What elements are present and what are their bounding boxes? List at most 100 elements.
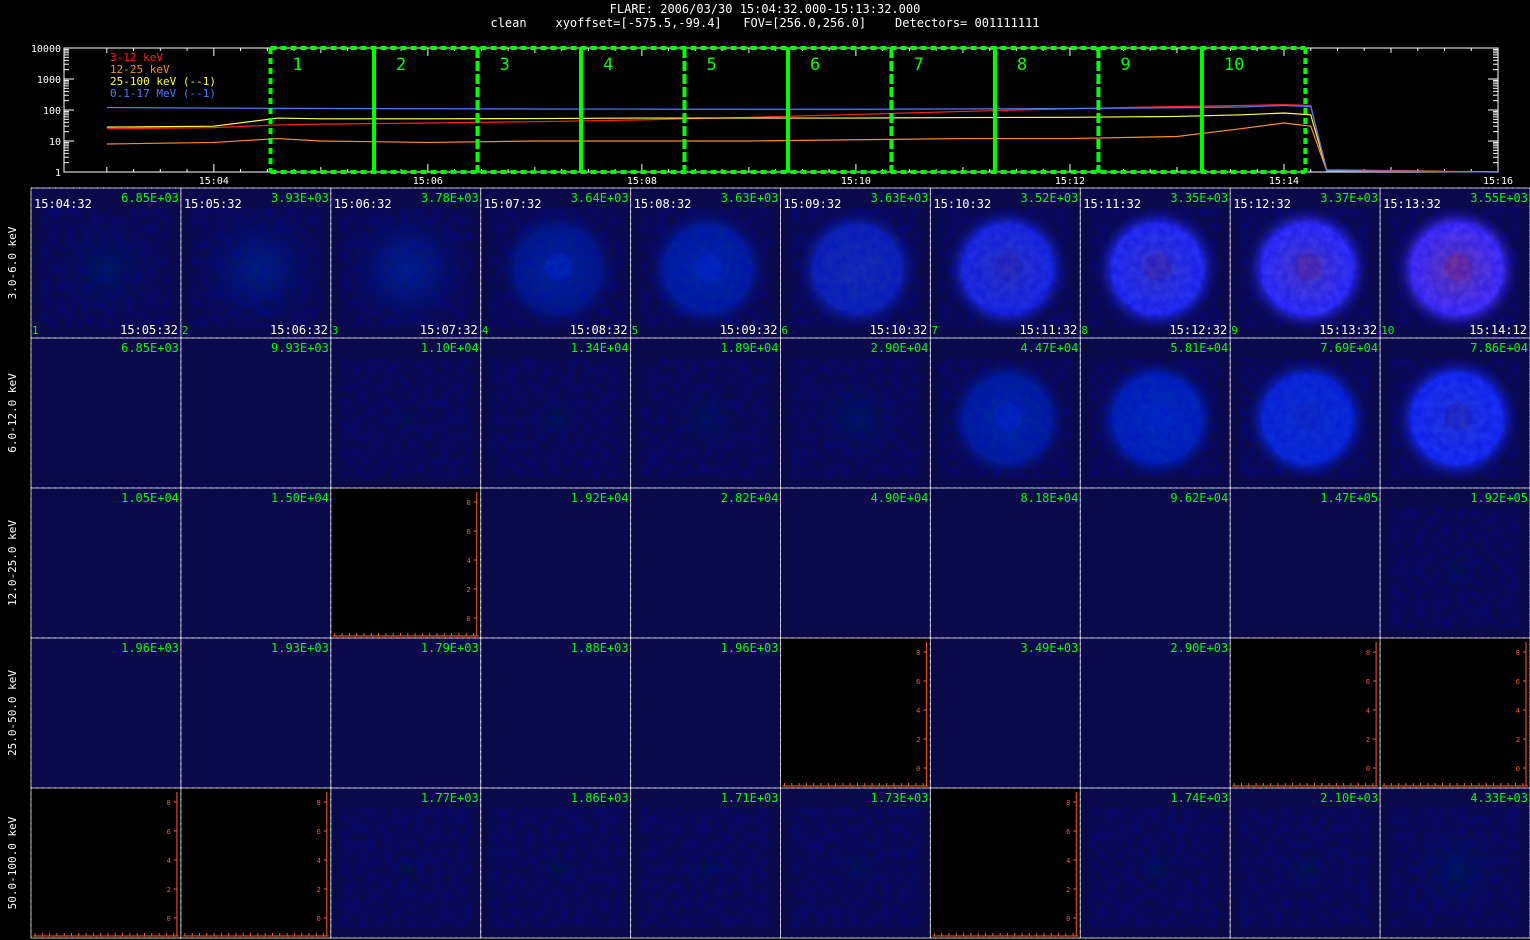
image-panel: 8 6 4 2 0 [780,637,931,789]
panel-axis-label: 8 [167,799,171,807]
panel-bg [1080,488,1231,638]
panel-axis-label: 0 [1516,765,1520,773]
panel-interval-number: 6 [782,324,789,337]
image-panel: 8 6 4 2 0 [30,787,182,939]
image-panel: 3.78E+03 15:06:32 15:07:32 3 [330,187,482,339]
panel-end-time: 15:07:32 [420,323,478,337]
image-panel: 5.81E+04 [1079,337,1231,489]
panel-peak-value: 9.93E+03 [271,341,329,355]
image-panel: 3.63E+03 15:09:32 15:10:32 6 [780,187,931,339]
panel-bg [930,488,1081,638]
panel-bg [180,338,331,488]
image-panel: 2.90E+04 [780,337,931,489]
image-panel: 2.82E+04 [630,487,781,639]
panel-end-time: 15:12:32 [1169,323,1227,337]
image-panel: 3.63E+03 15:08:32 15:09:32 5 [630,187,781,339]
panel-noise [340,208,471,328]
panel-axis-label: 6 [167,828,171,836]
panel-interval-number: 4 [482,324,489,337]
panel-peak-value: 3.49E+03 [1021,641,1079,655]
image-panel: 9.62E+04 [1079,487,1231,639]
image-panel: 6.85E+03 15:04:32 15:05:32 1 [30,187,182,339]
panel-peak-value: 3.63E+03 [871,191,929,205]
panel-axis-label: 4 [466,557,470,565]
panel-end-time: 15:08:32 [570,323,628,337]
panel-noise [640,208,771,328]
panel-peak-value: 1.79E+03 [421,641,479,655]
energy-band-label: 12.0-25.0 keV [6,520,19,606]
panel-peak-value: 3.35E+03 [1170,191,1228,205]
panel-peak-value: 3.52E+03 [1021,191,1079,205]
panel-bg [31,638,181,788]
panel-peak-value: 3.55E+03 [1470,191,1528,205]
image-panel: 1.92E+05 [1379,487,1530,639]
panel-bg [930,638,1081,788]
panel-peak-value: 1.73E+03 [871,791,929,805]
image-panel: 1.05E+04 [30,487,182,639]
panel-peak-value: 2.10E+03 [1320,791,1378,805]
panel-axis-label: 8 [466,499,470,507]
image-panel: 7.86E+04 [1379,337,1530,489]
panel-end-time: 15:09:32 [720,323,778,337]
panel-noise [640,358,771,478]
panel-peak-value: 1.10E+04 [421,341,479,355]
image-panel: 6.85E+03 [30,337,182,489]
panel-noise [1390,208,1520,328]
panel-noise [490,808,621,928]
panel-peak-value: 6.85E+03 [121,341,179,355]
panel-axis-label: 2 [1066,886,1070,894]
panel-start-time: 15:12:32 [1233,197,1291,211]
panel-peak-value: 1.74E+03 [1170,791,1228,805]
panel-interval-number: 8 [1081,324,1088,337]
image-panel: 1.86E+03 [480,787,632,939]
panel-bg [480,638,631,788]
image-panel: 1.93E+03 [180,637,332,789]
panel-start-time: 15:11:32 [1083,197,1141,211]
panel-axis-label: 6 [317,828,321,836]
panel-axis-label: 2 [167,886,171,894]
image-panel: 2.90E+03 [1079,637,1231,789]
panel-noise [41,208,171,328]
empty-panel-bg [180,788,331,938]
panel-noise [640,808,771,928]
panel-axis-label: 4 [317,857,321,865]
panel-axis-label: 8 [1516,649,1520,657]
panel-noise [1240,208,1371,328]
image-panel: 3.49E+03 [929,637,1081,789]
empty-panel-bg [1380,638,1530,788]
panel-bg [31,488,181,638]
panel-axis-label: 0 [167,915,171,923]
panel-peak-value: 1.93E+03 [271,641,329,655]
image-panel: 3.55E+03 15:13:32 15:14:12 10 [1379,187,1530,339]
image-panel: 1.77E+03 [330,787,482,939]
panel-noise [1090,808,1221,928]
panel-peak-value: 9.62E+04 [1170,491,1228,505]
energy-band-label: 3.0-6.0 keV [6,226,19,299]
panel-axis-label: 6 [1516,678,1520,686]
panel-peak-value: 7.86E+04 [1470,341,1528,355]
panel-peak-value: 1.50E+04 [271,491,329,505]
panel-noise [490,358,621,478]
panel-peak-value: 1.92E+05 [1470,491,1528,505]
panel-axis-label: 6 [1366,678,1370,686]
panel-interval-number: 7 [931,324,938,337]
panel-peak-value: 6.85E+03 [121,191,179,205]
panel-peak-value: 3.64E+03 [571,191,629,205]
panel-peak-value: 2.90E+03 [1170,641,1228,655]
panel-axis-label: 2 [466,586,470,594]
image-panel: 2.10E+03 [1229,787,1381,939]
image-panel: 1.34E+04 [480,337,632,489]
image-panel: 9.93E+03 [180,337,332,489]
image-panel: 1.89E+04 [630,337,781,489]
panel-peak-value: 1.71E+03 [721,791,779,805]
image-panel: 1.47E+05 [1229,487,1381,639]
panel-axis-label: 8 [1066,799,1070,807]
panel-peak-value: 1.88E+03 [571,641,629,655]
panel-axis-label: 0 [1366,765,1370,773]
image-panel: 1.96E+03 [30,637,182,789]
panel-interval-number: 9 [1231,324,1238,337]
panel-peak-value: 4.47E+04 [1021,341,1079,355]
panel-noise [790,208,921,328]
panel-peak-value: 3.93E+03 [271,191,329,205]
panel-bg [480,488,631,638]
